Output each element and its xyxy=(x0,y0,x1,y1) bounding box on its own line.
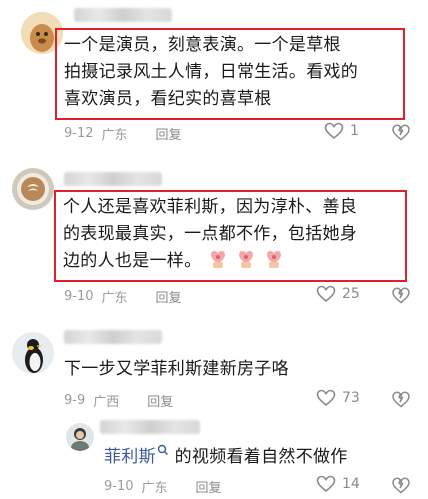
comment-date: 9-9 xyxy=(64,393,86,408)
reply-button[interactable]: 回复 xyxy=(196,477,222,496)
comment-text: 菲利斯 的视频看着自然不做作 xyxy=(104,444,404,471)
comment-location: 广东 xyxy=(141,481,168,496)
avatar[interactable] xyxy=(12,332,54,374)
like-button[interactable]: 25 xyxy=(316,285,360,303)
like-count: 14 xyxy=(342,476,360,492)
comment-location: 广西 xyxy=(93,395,120,410)
like-button[interactable]: 14 xyxy=(316,475,360,493)
reply-button[interactable]: 回复 xyxy=(147,391,173,410)
dislike-icon[interactable] xyxy=(392,391,410,408)
like-icon xyxy=(316,475,336,493)
username-blurred[interactable] xyxy=(64,172,162,186)
comment-meta: 9-10 广东 回复 xyxy=(104,477,222,496)
like-count: 73 xyxy=(342,390,360,406)
dislike-icon[interactable] xyxy=(392,477,410,494)
like-count: 1 xyxy=(350,123,359,139)
reply-button[interactable]: 回复 xyxy=(156,124,182,143)
dislike-icon[interactable] xyxy=(392,287,410,304)
avatar[interactable] xyxy=(12,168,54,210)
finger-heart-emoji xyxy=(211,250,226,268)
comment-text: 下一步又学菲利斯建新房子咯 xyxy=(64,359,289,379)
comment-date: 9-10 xyxy=(64,289,94,304)
finger-heart-emoji xyxy=(239,250,254,268)
dislike-icon[interactable] xyxy=(392,124,410,141)
search-icon xyxy=(157,444,168,455)
reply-button[interactable]: 回复 xyxy=(156,287,182,306)
like-button[interactable]: 1 xyxy=(324,122,359,140)
avatar[interactable] xyxy=(66,423,94,451)
username-blurred[interactable] xyxy=(74,8,172,22)
like-icon xyxy=(316,389,336,407)
mention-link[interactable]: 菲利斯 xyxy=(104,444,169,467)
finger-heart-emoji xyxy=(267,250,282,268)
comment-date: 9-10 xyxy=(104,479,134,494)
like-count: 25 xyxy=(342,286,360,302)
comment-text: 一个是演员，刻意表演。一个是草根 拍摄记录风土人情，日常生活。看戏的 喜欢演员，… xyxy=(64,35,359,109)
comment-meta: 9-9 广西 回复 xyxy=(64,391,173,410)
comment-meta: 9-12 广东 回复 xyxy=(64,124,182,143)
comment-location: 广东 xyxy=(101,291,128,306)
like-button[interactable]: 73 xyxy=(316,389,360,407)
comment-meta: 9-10 广东 回复 xyxy=(64,287,182,306)
comment-location: 广东 xyxy=(101,128,128,143)
username-blurred[interactable] xyxy=(64,330,162,344)
like-icon xyxy=(324,122,344,140)
comment-date: 9-12 xyxy=(64,126,94,141)
like-icon xyxy=(316,285,336,303)
username-blurred[interactable] xyxy=(100,420,200,434)
comment-text: 个人还是喜欢菲利斯，因为淳朴、善良 的表现最真实，一点都不作，包括她身 边的人也… xyxy=(63,197,358,271)
